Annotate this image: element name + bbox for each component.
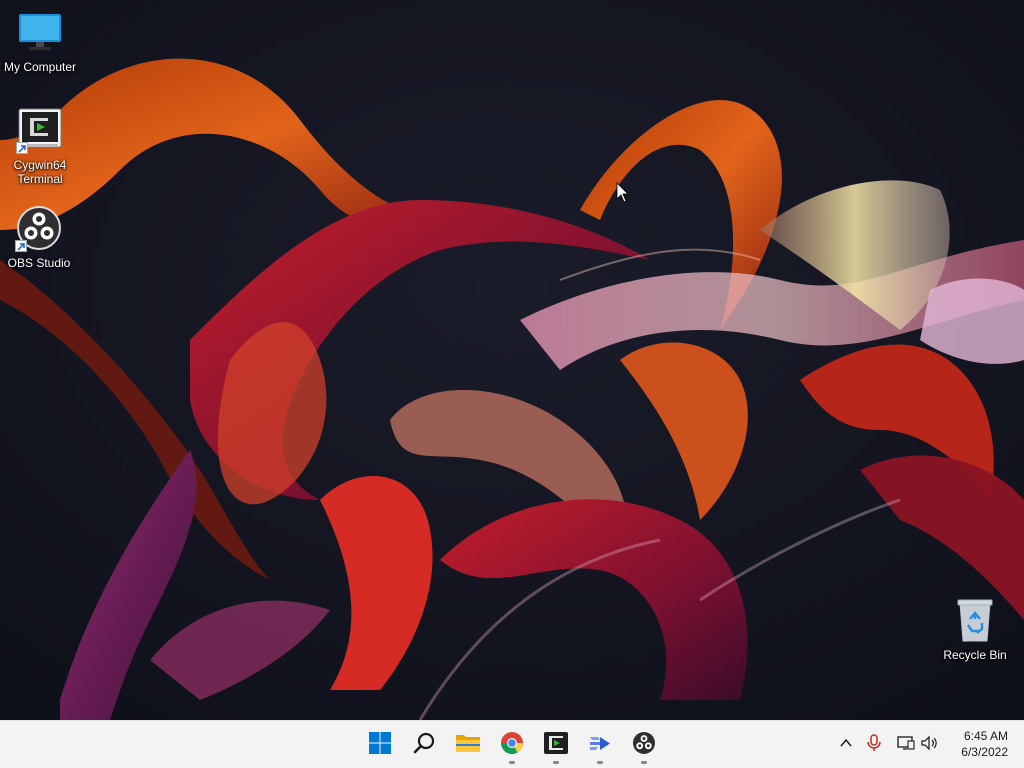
- wallpaper-image: [0, 0, 1024, 720]
- desktop-icon-recycle-bin[interactable]: Recycle Bin: [935, 596, 1015, 662]
- clock[interactable]: 6:45 AM 6/3/2022: [948, 728, 1008, 760]
- windows-start-icon: [368, 731, 392, 760]
- recycle-bin-icon: [951, 596, 999, 644]
- obs-taskbar-button[interactable]: [624, 725, 664, 765]
- monitor-icon: [16, 8, 64, 56]
- clock-time: 6:45 AM: [963, 729, 1008, 743]
- search-icon: [412, 731, 436, 760]
- speaker-icon: [921, 735, 939, 756]
- desktop-icon-cygwin64-terminal[interactable]: Cygwin64 Terminal: [0, 106, 80, 186]
- cygwin-taskbar-button[interactable]: [536, 725, 576, 765]
- obs-icon: [15, 204, 63, 252]
- chevron-up-icon: [839, 736, 853, 755]
- folder-icon: [455, 731, 481, 760]
- running-indicator: [553, 761, 559, 764]
- file-explorer-button[interactable]: [448, 725, 488, 765]
- start-button[interactable]: [360, 725, 400, 765]
- obs-icon: [632, 731, 656, 760]
- desktop[interactable]: My Computer Cygwin64 Terminal OBS Studio…: [0, 0, 1024, 720]
- power-automate-icon: [588, 731, 612, 760]
- power-automate-taskbar-button[interactable]: [580, 725, 620, 765]
- running-indicator: [597, 761, 603, 764]
- desktop-icon-label: Cygwin64 Terminal: [13, 158, 67, 186]
- desktop-icon-label: Recycle Bin: [943, 648, 1007, 662]
- search-button[interactable]: [404, 725, 444, 765]
- running-indicator: [509, 761, 515, 764]
- running-indicator: [641, 761, 647, 764]
- clock-date: 6/3/2022: [961, 745, 1008, 759]
- microphone-icon: [866, 733, 882, 757]
- taskbar: 6:45 AM 6/3/2022: [0, 720, 1024, 768]
- desktop-icon-label: My Computer: [3, 60, 77, 74]
- desktop-icon-label: OBS Studio: [7, 256, 71, 270]
- shortcut-arrow-icon: [15, 240, 27, 252]
- cygwin-icon: [16, 106, 64, 154]
- microphone-button[interactable]: [862, 733, 886, 757]
- chrome-icon: [500, 731, 524, 760]
- desktop-icon-obs-studio[interactable]: OBS Studio: [0, 204, 79, 270]
- chrome-taskbar-button[interactable]: [492, 725, 532, 765]
- show-hidden-icons-button[interactable]: [834, 733, 858, 757]
- network-icon: [897, 735, 915, 756]
- network-button[interactable]: [894, 733, 918, 757]
- desktop-icon-my-computer[interactable]: My Computer: [0, 8, 80, 74]
- cygwin-icon: [544, 731, 568, 760]
- volume-button[interactable]: [918, 733, 942, 757]
- shortcut-arrow-icon: [16, 142, 28, 154]
